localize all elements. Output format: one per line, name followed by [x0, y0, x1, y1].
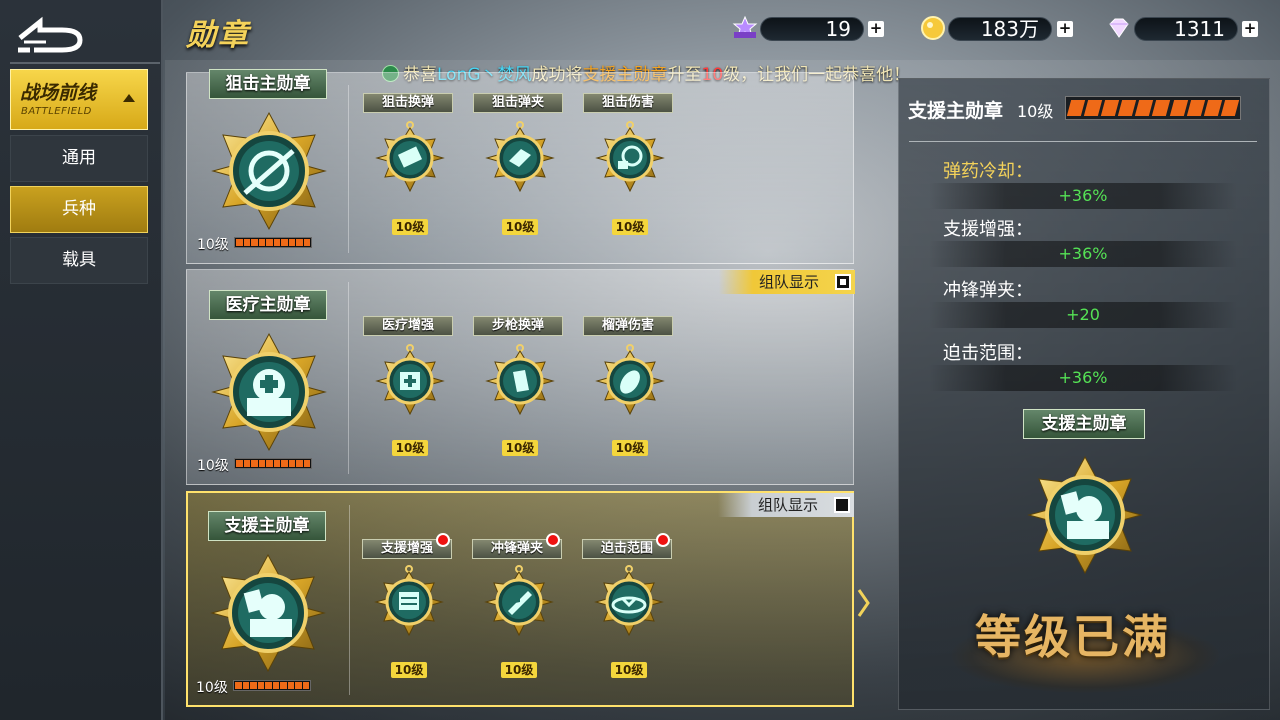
stat-label: 迫击范围：	[943, 343, 1033, 364]
gold-add-button[interactable]: +	[1057, 21, 1073, 37]
gold-coin-icon	[921, 16, 945, 40]
notification-dot	[436, 533, 450, 547]
sidebar-item-vehicle[interactable]: 载具	[10, 237, 148, 284]
stat-value: +20	[929, 302, 1237, 328]
grenade-medal-icon[interactable]	[593, 344, 667, 418]
reload-medal-icon[interactable]	[373, 121, 447, 195]
team-display-label: 组队显示	[758, 273, 819, 291]
medkit-medal-icon[interactable]	[373, 344, 447, 418]
sub-medal-level: 10级	[502, 219, 538, 235]
mortar-range-medal-icon[interactable]	[592, 565, 666, 639]
sub-medal-level: 10级	[502, 440, 538, 456]
supply-medal-icon[interactable]	[372, 565, 446, 639]
caret-up-icon	[123, 94, 135, 102]
sub-medal-level: 10级	[391, 662, 427, 678]
gold-counter: 183万	[948, 17, 1052, 41]
notification-dot	[656, 533, 670, 547]
category-subtitle: BATTLEFIELD	[21, 106, 92, 117]
merit-value: 19	[825, 17, 851, 41]
diamond-counter: 1311	[1134, 17, 1238, 41]
diamond-add-button[interactable]: +	[1242, 21, 1258, 37]
category-title: 战场前线	[20, 82, 97, 104]
support-medal-large-icon	[1027, 455, 1143, 575]
team-display-checkbox[interactable]	[835, 274, 851, 290]
medal-title: 医疗主勋章	[209, 290, 327, 320]
sub-medal-title: 狙击伤害	[583, 93, 673, 113]
sidebar-item-class[interactable]: 兵种	[10, 186, 148, 233]
medal-level: 10级	[196, 680, 228, 696]
team-display-toggle[interactable]: 组队显示	[718, 493, 854, 517]
support-medal-icon	[210, 553, 326, 673]
magazine-medal-icon[interactable]	[483, 121, 557, 195]
category-dropdown[interactable]: 战场前线 BATTLEFIELD	[10, 69, 148, 130]
max-level-status: 等级已满	[975, 610, 1171, 664]
medal-title: 狙击主勋章	[209, 69, 327, 99]
medal-progress-bar	[233, 680, 311, 691]
sidebar-divider	[10, 62, 160, 64]
card-divider	[349, 505, 350, 695]
medal-card-support[interactable]: 组队显示 支援主勋章 10级 支援增强 10级 冲锋弹夹 10级 迫击范围 10…	[186, 491, 854, 707]
gold-value: 183万	[980, 17, 1039, 41]
team-display-toggle[interactable]: 组队显示	[719, 270, 855, 294]
merit-add-button[interactable]: +	[868, 21, 884, 37]
medic-medal-icon	[211, 332, 327, 452]
stat-label: 弹药冷却：	[943, 161, 1033, 182]
sub-medal-title: 狙击换弹	[363, 93, 453, 113]
sub-medal-level: 10级	[392, 440, 428, 456]
merit-counter: 19	[760, 17, 864, 41]
back-arrow-icon[interactable]	[14, 16, 88, 56]
chevron-right-icon[interactable]	[856, 588, 870, 618]
merit-badge-icon	[732, 15, 758, 39]
rifle-reload-medal-icon[interactable]	[483, 344, 557, 418]
detail-medal-level: 10级	[1017, 102, 1054, 121]
card-divider	[348, 85, 349, 253]
page-title: 勋章	[186, 18, 250, 53]
detail-divider	[909, 141, 1257, 142]
detail-progress-bar	[1065, 96, 1241, 120]
sidebar: 战场前线 BATTLEFIELD 通用 兵种 载具	[0, 0, 163, 720]
medal-card-sniper[interactable]: 狙击主勋章 10级 狙击换弹 10级 狙击弹夹 10级 狙击伤害 10级	[186, 69, 854, 264]
sidebar-item-general[interactable]: 通用	[10, 135, 148, 182]
stat-label: 支援增强：	[943, 219, 1033, 240]
team-display-checkbox[interactable]	[834, 497, 850, 513]
diamond-value: 1311	[1174, 17, 1225, 41]
notification-dot	[546, 533, 560, 547]
sub-medal-level: 10级	[611, 662, 647, 678]
stat-label: 冲锋弹夹：	[943, 280, 1033, 301]
sub-medal-level: 10级	[501, 662, 537, 678]
medal-title: 支援主勋章	[208, 511, 326, 541]
stat-value: +36%	[929, 365, 1237, 391]
sub-medal-level: 10级	[392, 219, 428, 235]
sub-medal-title: 榴弹伤害	[583, 316, 673, 336]
stat-value: +36%	[929, 241, 1237, 267]
sub-medal-level: 10级	[612, 219, 648, 235]
medal-level: 10级	[197, 237, 229, 253]
medal-card-medic[interactable]: 组队显示 医疗主勋章 10级 医疗增强 10级 步枪换弹 10级 榴弹伤害 10…	[186, 269, 855, 485]
medal-screen: 战场前线 BATTLEFIELD 通用 兵种 载具 勋章 19 + 183万 +…	[0, 0, 1280, 720]
detail-medal-title: 支援主勋章	[1023, 409, 1145, 439]
sub-medal-title: 步枪换弹	[473, 316, 563, 336]
sub-medal-title: 医疗增强	[363, 316, 453, 336]
smg-magazine-medal-icon[interactable]	[482, 565, 556, 639]
medal-progress-bar	[234, 237, 312, 248]
stat-value: +36%	[929, 183, 1237, 209]
team-display-label: 组队显示	[757, 496, 818, 514]
detail-medal-name: 支援主勋章	[908, 100, 1004, 122]
sniper-rifle-medal-icon	[211, 111, 327, 231]
medal-level: 10级	[197, 458, 229, 474]
sub-medal-title: 狙击弹夹	[473, 93, 563, 113]
diamond-icon	[1109, 18, 1129, 38]
sub-medal-level: 10级	[612, 440, 648, 456]
damage-medal-icon[interactable]	[593, 121, 667, 195]
card-divider	[348, 282, 349, 474]
medal-progress-bar	[234, 458, 312, 469]
medal-detail-panel: 支援主勋章 10级 弹药冷却： +36% 支援增强： +36% 冲锋弹夹： +2…	[898, 78, 1270, 710]
